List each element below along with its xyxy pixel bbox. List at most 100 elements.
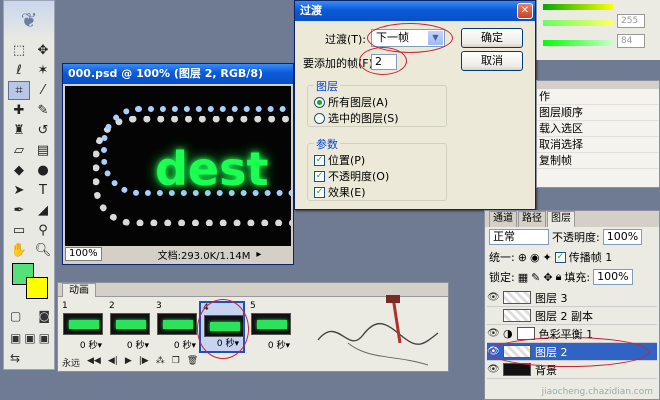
type-tool-icon[interactable]: T <box>32 181 54 200</box>
unify-style-icon[interactable]: ✦ <box>543 251 552 264</box>
opacity-field[interactable]: 100% <box>602 229 643 245</box>
tab-channels[interactable]: 通道 <box>489 211 517 227</box>
fill-field[interactable]: 100% <box>593 269 633 285</box>
next-frame-icon[interactable]: |▶ <box>139 356 149 369</box>
blend-mode-select[interactable]: 正常 <box>489 229 549 245</box>
eraser-tool-icon[interactable]: ▱ <box>8 141 30 160</box>
document-title[interactable]: 000.psd @ 100% (图层 2, RGB/8) <box>63 64 293 84</box>
standard-mode-icon[interactable]: ▢ <box>10 309 21 327</box>
position-checkbox[interactable]: ✓ 位置(P) <box>314 152 365 168</box>
stamp-tool-icon[interactable]: ♜ <box>8 121 30 140</box>
action-item[interactable]: 作 <box>537 89 659 105</box>
all-layers-radio[interactable]: 所有图层(A) <box>314 94 388 110</box>
eye-icon[interactable]: 👁︎ <box>487 328 500 339</box>
imageready-jump-icon[interactable]: ⇆ <box>10 351 50 369</box>
eye-icon[interactable]: 👁︎ <box>487 292 500 303</box>
blur-tool-icon[interactable]: ◆ <box>8 161 30 180</box>
radio-on-icon <box>314 96 325 108</box>
dodge-tool-icon[interactable]: ● <box>32 161 54 180</box>
layer-thumbnail <box>503 291 531 304</box>
tab-paths[interactable]: 路径 <box>518 211 546 227</box>
action-item[interactable]: 图层顺序 <box>537 105 659 121</box>
zoom-tool-icon[interactable]: 🔍︎ <box>32 241 54 260</box>
color-slider[interactable] <box>543 40 613 46</box>
status-arrow-icon[interactable]: ▸ <box>256 249 261 260</box>
gradient-tool-icon[interactable]: ▤ <box>32 141 54 160</box>
animation-frame[interactable]: 3 0 秒▾ <box>154 301 200 353</box>
action-item[interactable]: 载入选区 <box>537 121 659 137</box>
effects-checkbox[interactable]: ✓ 效果(E) <box>314 184 366 200</box>
lock-brush-icon[interactable]: ✎ <box>531 271 540 284</box>
action-item[interactable]: 复制帧 <box>537 153 659 169</box>
shape-tool-icon[interactable]: ◢ <box>32 201 54 220</box>
frame-delay[interactable]: 0 秒▾ <box>268 338 290 351</box>
adjustment-layer-icon: ◑ <box>503 327 513 340</box>
animation-frame[interactable]: 1 0 秒▾ <box>60 301 106 353</box>
quick-mask-icon[interactable]: ◙ <box>38 309 50 327</box>
slice-tool-icon[interactable]: ⁄ <box>32 81 54 100</box>
marquee-tool-icon[interactable]: ⬚ <box>8 41 30 60</box>
play-icon[interactable]: ▶ <box>125 356 132 369</box>
signature-pen-drawing <box>317 295 439 366</box>
unify-position-icon[interactable]: ⊕ <box>518 251 527 264</box>
color-slider[interactable] <box>543 20 613 26</box>
parameters-group: 参数 ✓ 位置(P) ✓ 不透明度(O) ✓ 效果(E) <box>307 136 447 201</box>
screen-mode-1-icon[interactable]: ▣ <box>10 331 21 349</box>
tab-layers[interactable]: 图层 <box>547 211 575 227</box>
highlight-oval-layer <box>489 337 649 367</box>
screen-mode-buttons: ▣ ▣ ▣ <box>10 331 50 349</box>
pen-tool-icon[interactable]: ✒ <box>8 201 30 220</box>
layer-row[interactable]: 👁︎ 图层 3 <box>487 289 657 307</box>
frame-delay[interactable]: 0 秒▾ <box>80 338 102 351</box>
loop-select[interactable]: 永远 <box>62 356 80 369</box>
prev-frame-icon[interactable]: ◀| <box>108 356 118 369</box>
color-slider[interactable] <box>543 4 613 10</box>
highlight-oval-frame <box>197 299 249 359</box>
tween-icon[interactable]: ⁂ <box>156 356 165 369</box>
layer-row[interactable]: 图层 2 副本 <box>487 307 657 325</box>
lock-transparency-icon[interactable]: ▦ <box>518 271 528 284</box>
delete-frame-icon[interactable]: 🗑︎ <box>187 356 198 369</box>
lock-all-icon[interactable]: 🔒︎ <box>556 270 562 284</box>
checkmark-icon: ✓ <box>314 170 325 182</box>
frame-delay[interactable]: 0 秒▾ <box>127 338 149 351</box>
frame-delay[interactable]: 0 秒▾ <box>174 338 196 351</box>
path-selection-tool-icon[interactable]: ➤ <box>8 181 30 200</box>
unify-visibility-icon[interactable]: ◉ <box>530 251 540 264</box>
tool-grid: ⬚ ✥ ℓ ✶ ⌗ ⁄ ✚ ✎ ♜ ↺ ▱ ▤ ◆ ● ➤ T ✒ ◢ ▭ ⚲ … <box>4 39 54 262</box>
color-value-field[interactable]: 255 <box>617 14 645 28</box>
selected-layers-radio[interactable]: 选中的图层(S) <box>314 110 399 126</box>
animation-frame[interactable]: 5 0 秒▾ <box>248 301 294 353</box>
screen-mode-3-icon[interactable]: ▣ <box>39 331 50 349</box>
history-brush-tool-icon[interactable]: ↺ <box>32 121 54 140</box>
notes-tool-icon[interactable]: ▭ <box>8 221 30 240</box>
canvas[interactable]: dest <box>65 86 291 246</box>
dialog-title[interactable]: 过渡 <box>295 1 535 21</box>
doc-info: 文档:293.0K/1.14M <box>157 250 251 262</box>
zoom-field[interactable]: 100% <box>65 247 102 261</box>
hand-tool-icon[interactable]: ✋ <box>8 241 30 260</box>
healing-brush-tool-icon[interactable]: ✚ <box>8 101 30 120</box>
move-tool-icon[interactable]: ✥ <box>32 41 54 60</box>
close-icon[interactable]: ✕ <box>517 3 533 19</box>
ok-button[interactable]: 确定 <box>461 28 523 48</box>
propagate-frame-checkbox[interactable]: ✓ 传播帧 1 <box>554 249 612 265</box>
action-item[interactable]: 取消选择 <box>537 137 659 153</box>
tab-animation[interactable]: 动画 <box>62 283 96 297</box>
magic-wand-tool-icon[interactable]: ✶ <box>32 61 54 80</box>
lasso-tool-icon[interactable]: ℓ <box>8 61 30 80</box>
eye-icon[interactable]: 👁︎ <box>487 364 500 375</box>
background-color-swatch[interactable] <box>26 277 48 299</box>
brush-tool-icon[interactable]: ✎ <box>32 101 54 120</box>
cancel-button[interactable]: 取消 <box>461 51 523 71</box>
animation-frame[interactable]: 2 0 秒▾ <box>107 301 153 353</box>
duplicate-frame-icon[interactable]: ❐ <box>172 356 180 369</box>
crop-tool-icon[interactable]: ⌗ <box>8 81 30 100</box>
lock-move-icon[interactable]: ✥ <box>543 271 552 284</box>
screen-mode-2-icon[interactable]: ▣ <box>24 331 35 349</box>
color-value-field[interactable]: 84 <box>617 34 645 48</box>
eyedropper-tool-icon[interactable]: ⚲ <box>32 221 54 240</box>
layer-thumbnail <box>503 309 531 322</box>
first-frame-icon[interactable]: ◀◀ <box>87 356 101 369</box>
opacity-checkbox[interactable]: ✓ 不透明度(O) <box>314 168 389 184</box>
